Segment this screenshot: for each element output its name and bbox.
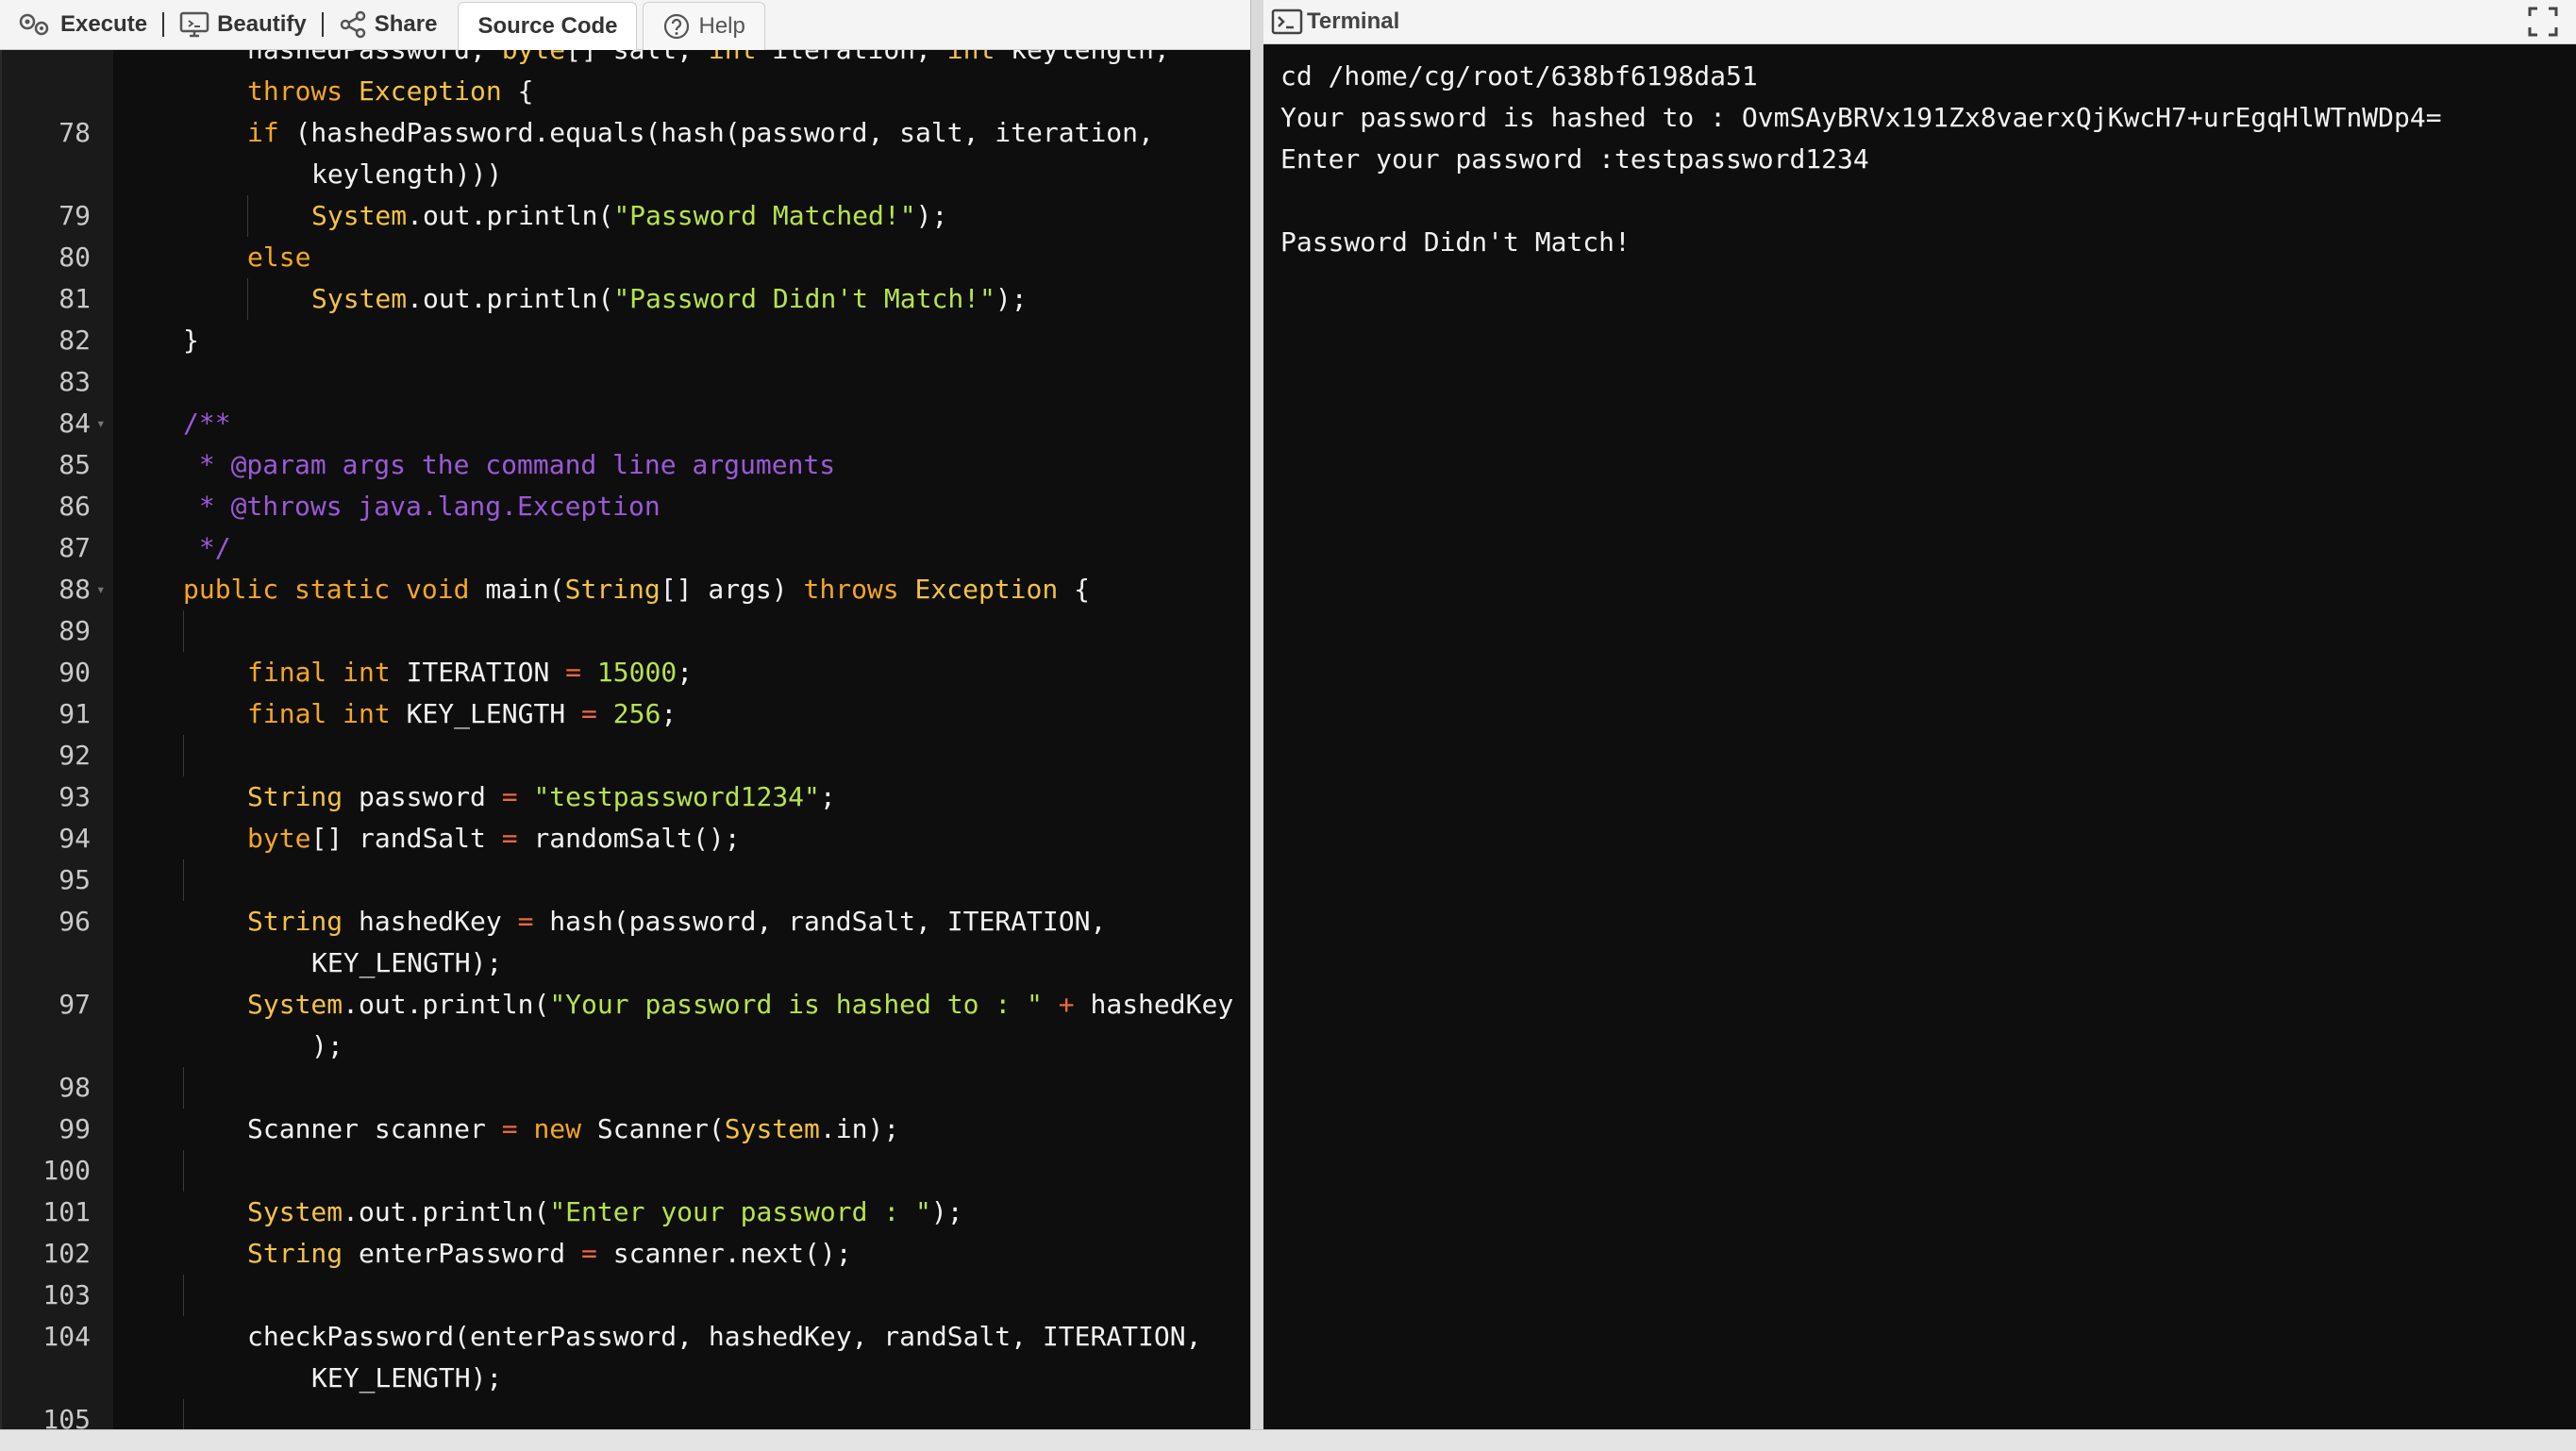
help-label: Help (698, 12, 745, 39)
terminal-line: Your password is hashed to : OvmSAyBRVx1… (1280, 102, 2442, 133)
code-line: 81 System.out.println("Password Didn't M… (2, 278, 1252, 320)
terminal-line: Password Didn't Match! (1280, 226, 1631, 258)
code-line: hashedPassword, byte[] salt, int iterati… (2, 50, 1252, 71)
monitor-icon (179, 11, 209, 38)
code-line: 100 (2, 1150, 1252, 1192)
toolbar-divider (321, 12, 324, 37)
code-line: throws Exception { (247, 75, 534, 107)
code-line: 89 (2, 610, 1252, 652)
code-line: 102 String enterPassword = scanner.next(… (42, 1238, 852, 1269)
terminal-header: Terminal (1263, 0, 2576, 44)
code-line: 93 String password = "testpassword1234"; (59, 781, 836, 812)
code-line: 104 checkPassword(enterPassword, hashedK… (42, 1321, 1202, 1393)
tab-source-code[interactable]: Source Code (458, 1, 638, 50)
toolbar-divider (162, 12, 165, 37)
code-line: 84 ▾ /** (2, 403, 1252, 444)
share-button[interactable]: Share (333, 0, 443, 49)
terminal-icon (1271, 8, 1303, 35)
share-label: Share (374, 11, 438, 37)
code-line: 83 (59, 366, 91, 397)
status-bar (0, 1429, 2576, 1451)
code-line: 86 * @throws java.lang.Exception (59, 491, 661, 522)
code-line: 80 else (59, 242, 311, 273)
beautify-button[interactable]: Beautify (174, 0, 312, 49)
code-line: 79 System.out.println("Password Matched!… (2, 195, 1252, 237)
fold-arrow-icon[interactable]: ▾ (96, 403, 106, 444)
code-line: 98 (2, 1067, 1252, 1109)
editor-toolbar: Execute Beautify Share Source Code Help (0, 0, 1250, 50)
share-icon (340, 10, 365, 39)
code-line: 95 (2, 859, 1252, 901)
code-line: 88 ▾ public static void main(String[] ar… (2, 569, 1252, 610)
gears-icon (19, 13, 49, 36)
execute-button[interactable]: Execute (11, 0, 153, 49)
code-line: 103 (2, 1275, 1252, 1316)
code-line: 105 (2, 1399, 1252, 1429)
code-line: 101 System.out.println("Enter your passw… (42, 1196, 963, 1227)
code-line: 99 Scanner scanner = new Scanner(System.… (59, 1113, 900, 1144)
code-line: 87 */ (59, 532, 231, 563)
code-line: 97 System.out.println("Your password is … (59, 989, 1234, 1061)
beautify-label: Beautify (217, 11, 307, 37)
code-line: 82 } (59, 325, 199, 356)
terminal-output[interactable]: cd /home/cg/root/638bf6198da51 Your pass… (1263, 44, 2576, 1429)
terminal-title: Terminal (1271, 8, 1399, 36)
code-line: 92 (2, 735, 1252, 776)
code-line: 91 final int KEY_LENGTH = 256; (59, 698, 677, 729)
terminal-line: Enter your password :testpassword1234 (1280, 143, 1869, 175)
execute-label: Execute (60, 11, 148, 37)
code-content: hashedPassword, byte[] salt, int iterati… (2, 50, 1252, 1429)
help-button[interactable]: Help (643, 1, 765, 50)
code-editor[interactable]: hashedPassword, byte[] salt, int iterati… (0, 50, 1252, 1429)
code-line: 96 String hashedKey = hash(password, ran… (59, 906, 1107, 978)
code-line: 90 final int ITERATION = 15000; (59, 657, 694, 688)
terminal-line: cd /home/cg/root/638bf6198da51 (1280, 60, 1758, 92)
code-line: 85 * @param args the command line argume… (59, 449, 836, 480)
help-icon (664, 13, 690, 39)
fullscreen-icon[interactable] (2527, 6, 2559, 38)
tab-source-code-label: Source Code (477, 12, 618, 39)
fold-arrow-icon[interactable]: ▾ (96, 569, 106, 610)
code-line: 94 byte[] randSalt = randomSalt(); (59, 823, 741, 854)
code-line: 78 if (hashedPassword.equals(hash(passwo… (59, 117, 1154, 190)
